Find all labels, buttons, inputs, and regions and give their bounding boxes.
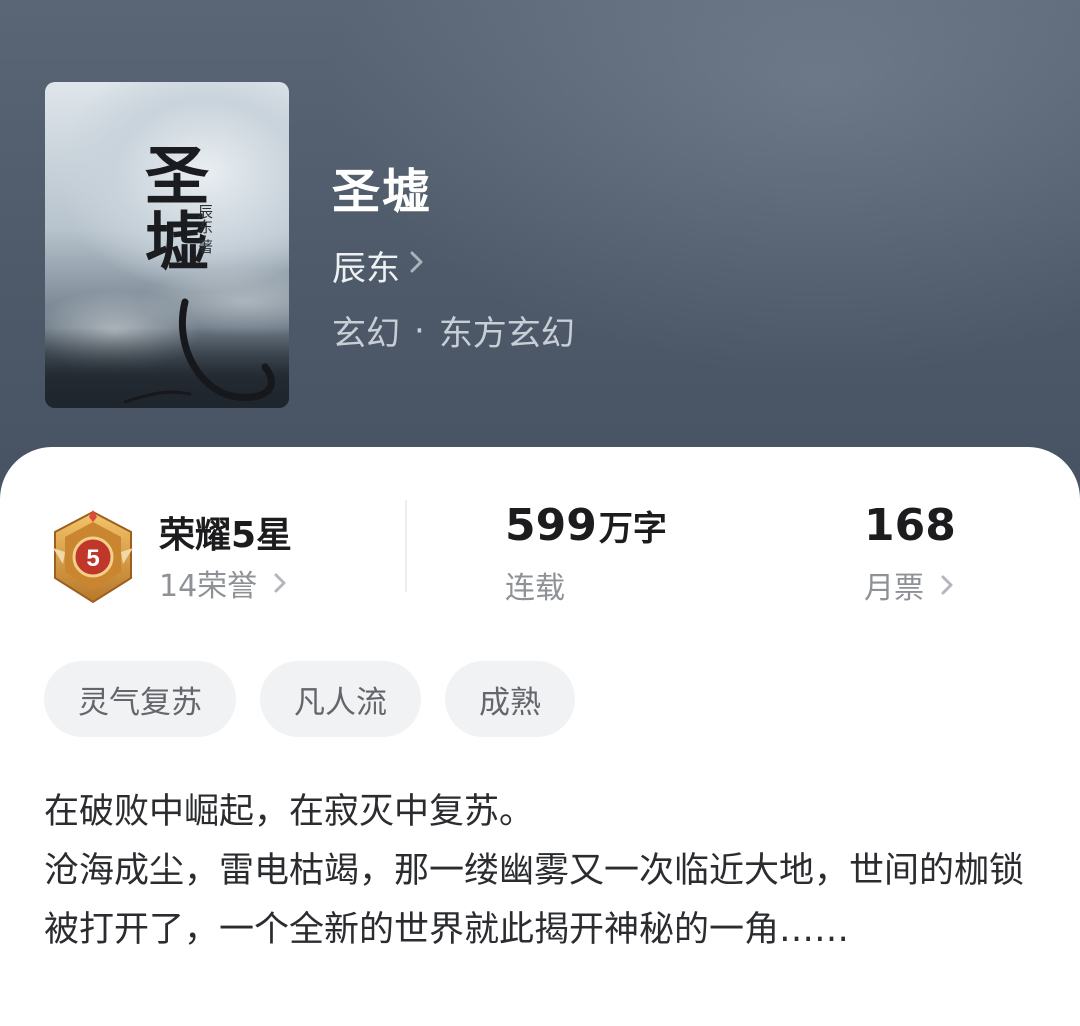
description-line: 在破败中崛起，在寂灭中复苏。 xyxy=(44,792,535,832)
honor-title: 荣耀5星 xyxy=(159,515,293,556)
honor-link[interactable]: 14荣誉 xyxy=(159,560,287,606)
book-cover[interactable]: 圣墟 辰东·著 xyxy=(45,82,289,408)
monthly-votes-link[interactable]: 月票 xyxy=(864,563,954,607)
subgenre[interactable]: 东方玄幻 xyxy=(439,306,575,355)
genre-separator: · xyxy=(414,310,425,351)
tag-chip[interactable]: 凡人流 xyxy=(260,661,421,737)
book-title: 圣墟 xyxy=(332,164,433,220)
book-header: 圣墟 辰东·著 圣墟 辰东 玄幻 · 东方玄幻 xyxy=(0,0,1080,500)
chevron-right-icon xyxy=(273,571,287,595)
monthly-votes-label: 月票 xyxy=(864,571,924,606)
word-count: 599 万字 xyxy=(505,500,667,551)
honor-medal-icon[interactable]: 5 xyxy=(47,508,139,606)
genre[interactable]: 玄幻 xyxy=(332,306,400,355)
stats-divider xyxy=(405,500,407,592)
honor-count: 14荣誉 xyxy=(159,569,258,604)
medal-number: 5 xyxy=(86,545,99,572)
tag-chip[interactable]: 灵气复苏 xyxy=(44,661,236,737)
cover-brush-stroke xyxy=(123,298,275,404)
word-count-unit: 万字 xyxy=(598,509,667,549)
cover-author: 辰东·著 xyxy=(196,204,214,254)
genre-row: 玄幻 · 东方玄幻 xyxy=(332,306,575,355)
author-link[interactable]: 辰东 xyxy=(332,240,426,290)
tag-chip[interactable]: 成熟 xyxy=(445,661,575,737)
description-line: 沧海成尘，雷电枯竭，那一缕幽雾又一次临近大地，世间的枷锁被打开了，一个全新的世界… xyxy=(44,851,1025,950)
monthly-votes-number: 168 xyxy=(864,500,956,551)
word-count-number: 599 xyxy=(505,500,597,551)
serial-status: 连载 xyxy=(505,571,565,606)
chevron-right-icon xyxy=(408,245,426,285)
book-description[interactable]: 在破败中崛起，在寂灭中复苏。 沧海成尘，雷电枯竭，那一缕幽雾又一次临近大地，世间… xyxy=(44,783,1044,960)
author-name: 辰东 xyxy=(332,248,400,289)
chevron-right-icon xyxy=(940,573,954,597)
tag-list: 灵气复苏 凡人流 成熟 xyxy=(44,661,575,737)
